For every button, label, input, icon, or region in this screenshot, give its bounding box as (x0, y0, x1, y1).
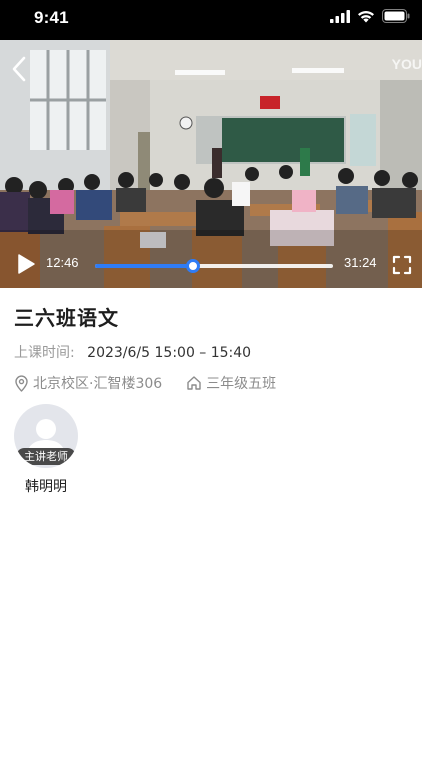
progress-thumb[interactable] (185, 259, 200, 273)
cellular-signal-icon (330, 9, 350, 23)
back-button[interactable] (8, 54, 32, 84)
wifi-icon (358, 10, 374, 22)
lesson-time-row: 上课时间: 2023/6/5 15:00 – 15:40 (14, 342, 251, 362)
back-chevron-icon (12, 56, 26, 82)
progress-fill (95, 264, 193, 268)
lesson-class: 三年级五班 (186, 373, 276, 393)
avatar: 主讲老师 (14, 404, 78, 468)
teacher-card[interactable]: 主讲老师 韩明明 (14, 404, 78, 496)
teacher-name: 韩明明 (25, 479, 67, 495)
lesson-time-value: 2023/6/5 15:00 – 15:40 (87, 345, 252, 361)
current-time: 12:46 (46, 255, 79, 270)
fullscreen-button[interactable] (392, 255, 412, 275)
progress-bar[interactable] (95, 259, 333, 273)
status-icons (330, 9, 410, 23)
video-watermark: YOU (391, 56, 422, 72)
fullscreen-icon (392, 255, 412, 275)
lesson-time-label: 上课时间: (14, 345, 75, 361)
play-button[interactable] (16, 253, 36, 275)
play-icon (18, 254, 35, 274)
status-bar: 9:41 (0, 0, 422, 40)
total-time: 31:24 (344, 255, 377, 270)
home-icon (187, 376, 201, 390)
lesson-location: 北京校区·汇智楼306 (33, 376, 163, 392)
location-pin-icon (15, 374, 28, 392)
teacher-role-badge: 主讲老师 (16, 448, 76, 465)
lesson-title: 三六班语文 (14, 306, 119, 330)
battery-icon (382, 9, 410, 23)
video-player[interactable]: YOU 12:46 31:24 (0, 40, 422, 288)
status-time: 9:41 (34, 8, 69, 27)
player-controls: 12:46 31:24 (0, 246, 422, 280)
lesson-class-name: 三年级五班 (206, 376, 277, 392)
lesson-location-row: 北京校区·汇智楼306 三年级五班 (14, 373, 276, 393)
